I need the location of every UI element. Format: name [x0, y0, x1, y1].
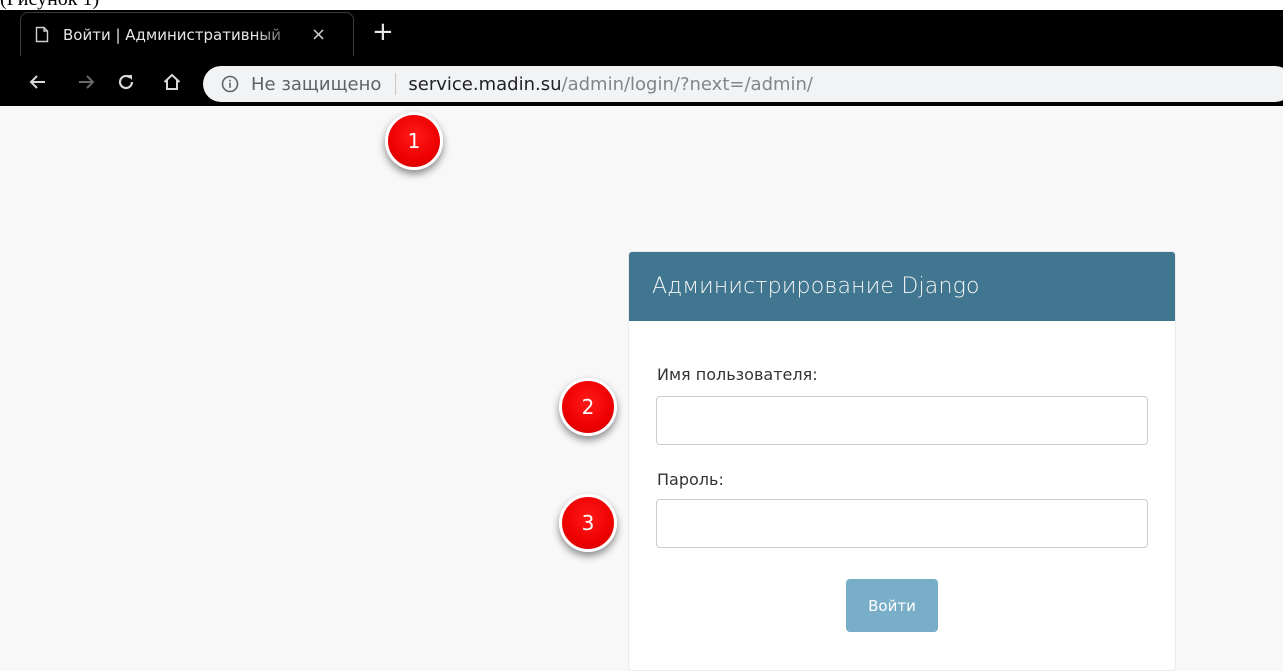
- login-header: Администрирование Django: [629, 252, 1175, 321]
- caption-text: (Рисунок 1): [0, 0, 99, 10]
- new-tab-button[interactable]: +: [372, 16, 394, 48]
- security-status[interactable]: Не защищено: [251, 74, 381, 95]
- omnibox-separator: [395, 73, 397, 95]
- address-bar[interactable]: Не защищено service.madin.su/admin/login…: [203, 66, 1283, 102]
- page-content: Администрирование Django Имя пользовател…: [0, 106, 1283, 671]
- home-button[interactable]: [160, 70, 184, 94]
- username-label: Имя пользователя:: [657, 365, 818, 384]
- page-icon: [35, 26, 49, 43]
- tab-close-icon[interactable]: ×: [311, 24, 326, 45]
- tab-title: Войти | Административный: [63, 25, 281, 44]
- browser-chrome: Войти | Административный × + Не защищено…: [0, 10, 1283, 106]
- annotation-marker-3: 3: [559, 494, 617, 552]
- browser-tab[interactable]: Войти | Административный ×: [20, 12, 354, 56]
- reload-button[interactable]: [114, 70, 138, 94]
- reload-icon: [118, 74, 134, 90]
- username-input[interactable]: [656, 396, 1148, 445]
- login-button[interactable]: Войти: [846, 579, 938, 632]
- forward-arrow-icon: [79, 75, 95, 89]
- document-caption: (Рисунок 1): [0, 0, 1283, 10]
- page-title: Администрирование Django: [652, 274, 980, 299]
- password-input[interactable]: [656, 499, 1148, 548]
- password-label: Пароль:: [657, 470, 724, 489]
- login-panel: Администрирование Django Имя пользовател…: [628, 251, 1176, 671]
- info-icon[interactable]: [221, 75, 239, 93]
- annotation-marker-2: 2: [559, 378, 617, 436]
- url-host: service.madin.su: [408, 73, 562, 95]
- forward-button[interactable]: [74, 70, 98, 94]
- url-path: /admin/login/?next=/admin/: [561, 73, 813, 95]
- annotation-marker-1: 1: [385, 112, 443, 170]
- back-button[interactable]: [26, 70, 50, 94]
- url-text[interactable]: service.madin.su/admin/login/?next=/admi…: [408, 74, 813, 95]
- home-icon: [163, 73, 181, 90]
- back-arrow-icon: [29, 75, 45, 89]
